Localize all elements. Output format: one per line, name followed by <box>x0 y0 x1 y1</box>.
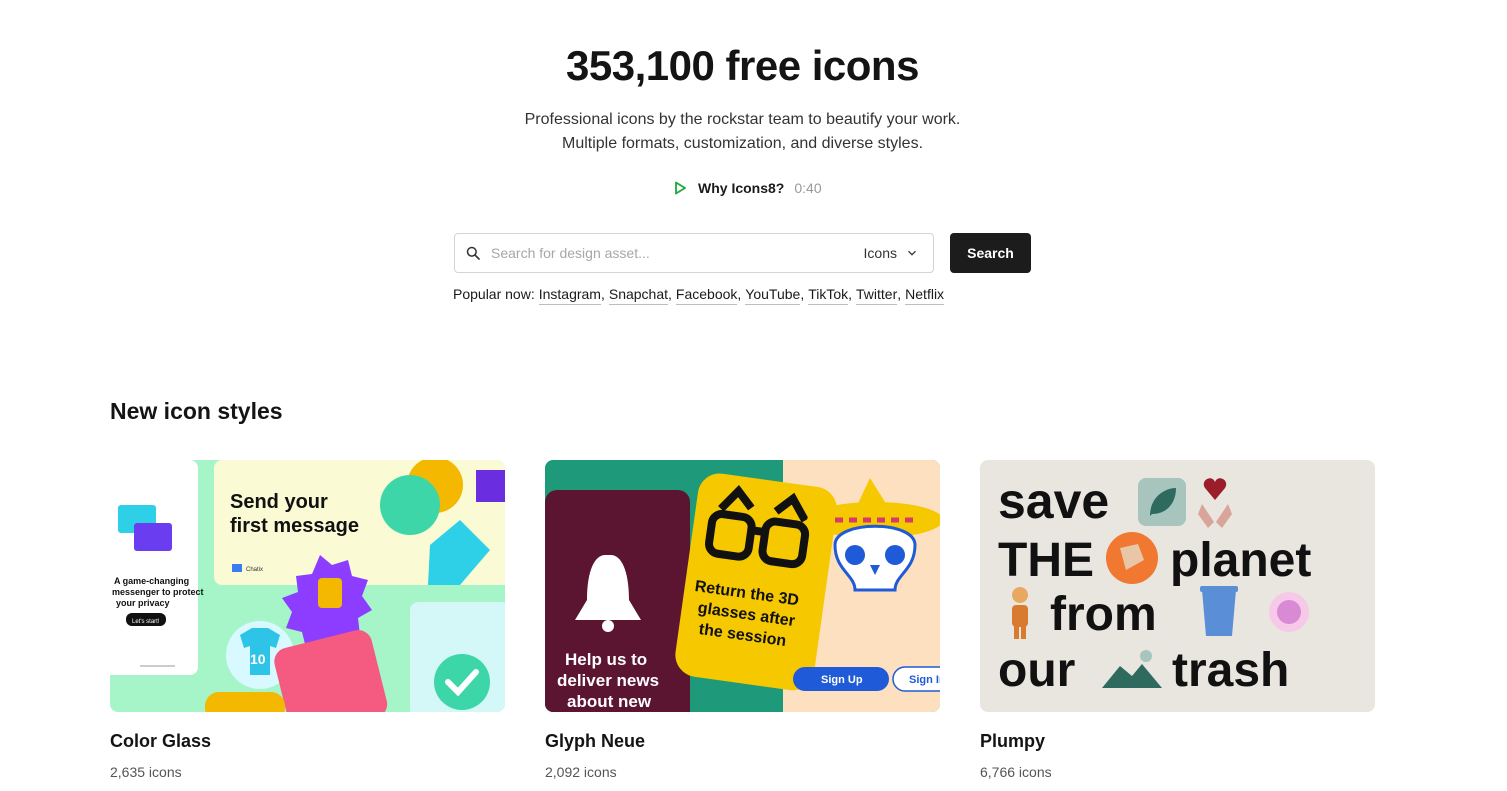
art-text-help-us: Help us to <box>565 650 647 669</box>
section-title: New icon styles <box>110 398 283 424</box>
hero-subtitle-line2: Multiple formats, customization, and div… <box>561 135 924 152</box>
chevron-down-icon <box>907 245 917 261</box>
hero-subtitle: Professional icons by the rockstar team … <box>0 108 1485 156</box>
search-input[interactable] <box>491 235 854 271</box>
style-card-plumpy[interactable]: save THE planet from our trash Plumpy 6,… <box>980 460 1375 780</box>
popular-link-tiktok[interactable]: TikTok <box>808 286 849 305</box>
style-card-color-glass[interactable]: A game-changing messenger to protect you… <box>110 460 505 780</box>
asset-type-dropdown[interactable]: Icons <box>854 235 933 271</box>
style-name[interactable]: Glyph Neue <box>545 731 940 752</box>
style-name[interactable]: Plumpy <box>980 731 1375 752</box>
style-preview-image[interactable]: Help us to deliver news about new Return… <box>545 460 940 712</box>
style-preview-image[interactable]: A game-changing messenger to protect you… <box>110 460 505 712</box>
video-duration: 0:40 <box>794 180 822 196</box>
art-text-10: 10 <box>250 651 266 667</box>
style-icon-count: 2,635 icons <box>110 764 182 780</box>
art-text-deliver-news: deliver news <box>557 671 659 690</box>
art-text-planet: planet <box>1170 534 1311 587</box>
search-box: Icons <box>454 233 934 273</box>
art-text-game-changing: A game-changing <box>114 576 189 586</box>
art-text-trash: trash <box>1172 644 1289 697</box>
popular-link-twitter[interactable]: Twitter <box>856 286 898 305</box>
art-text-messenger: messenger to protect <box>112 587 204 597</box>
art-text-chatix: Chatix <box>246 567 263 573</box>
asset-type-value: Icons <box>863 245 897 261</box>
why-icons8-video-link[interactable]: Why Icons8? 0:40 <box>670 178 822 198</box>
art-text-about-new: about new <box>567 692 652 711</box>
style-preview-image[interactable]: save THE planet from our trash <box>980 460 1375 712</box>
art-text-sign-up: Sign Up <box>821 674 863 686</box>
style-name[interactable]: Color Glass <box>110 731 505 752</box>
popular-searches: Popular now: Instagram, Snapchat, Facebo… <box>453 286 945 305</box>
art-text-sign-in: Sign In <box>909 674 940 686</box>
popular-link-netflix[interactable]: Netflix <box>905 286 945 305</box>
popular-link-instagram[interactable]: Instagram <box>538 286 601 305</box>
page-title: 353,100 free icons <box>566 42 919 89</box>
search-icon <box>455 234 491 272</box>
art-text-privacy: your privacy <box>116 598 170 608</box>
style-icon-count: 2,092 icons <box>545 764 617 780</box>
style-card-glyph-neue[interactable]: Help us to deliver news about new Return… <box>545 460 940 780</box>
style-icon-count: 6,766 icons <box>980 764 1052 780</box>
popular-link-youtube[interactable]: YouTube <box>745 286 801 305</box>
play-icon <box>670 178 690 198</box>
search-button[interactable]: Search <box>950 233 1031 273</box>
art-text-send-your: Send your <box>230 491 328 513</box>
art-text-first-message: first message <box>230 515 359 537</box>
popular-link-facebook[interactable]: Facebook <box>675 286 738 305</box>
art-text-our: our <box>998 644 1075 697</box>
hero-subtitle-line1: Professional icons by the rockstar team … <box>524 111 961 128</box>
popular-link-snapchat[interactable]: Snapchat <box>608 286 669 305</box>
art-text-save: save <box>998 473 1109 529</box>
art-text-from: from <box>1050 588 1157 641</box>
why-label: Why Icons8? <box>698 180 785 196</box>
popular-label: Popular now: <box>453 286 535 302</box>
art-text-the: THE <box>998 534 1094 587</box>
art-text-lets-start: Let's start! <box>132 619 160 625</box>
